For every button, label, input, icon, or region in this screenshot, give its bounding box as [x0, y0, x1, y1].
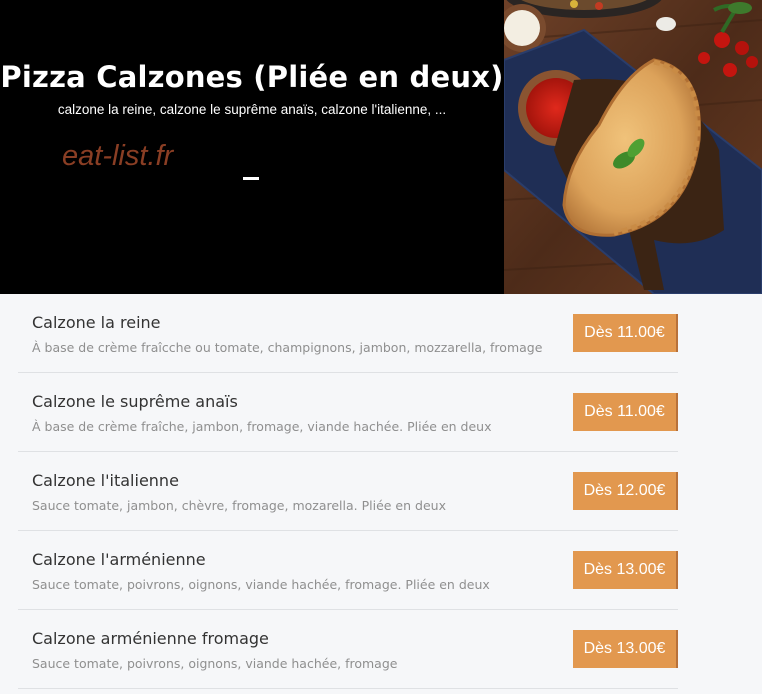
item-name: Calzone le suprême anaïs — [32, 392, 238, 411]
menu-item: Calzone l'arménienne Sauce tomate, poivr… — [18, 531, 678, 610]
price-button[interactable]: Dès 12.00€ — [573, 472, 678, 510]
item-description: Sauce tomate, poivrons, oignons, viande … — [32, 656, 398, 671]
divider — [243, 177, 259, 180]
hero-banner: Pizza Calzones (Pliée en deux) calzone l… — [0, 0, 762, 294]
item-name: Calzone l'italienne — [32, 471, 179, 490]
menu-list: Calzone la reine À base de crème fraîcch… — [18, 294, 678, 694]
menu-item: Calzone l'italienne Sauce tomate, jambon… — [18, 452, 678, 531]
menu-item: Calzone la reine À base de crème fraîcch… — [18, 294, 678, 373]
item-description: Sauce tomate, poivrons, oignons, viande … — [32, 577, 490, 592]
item-description: À base de crème fraîcche ou tomate, cham… — [32, 340, 543, 355]
menu-item: Calzone le suprême anaïs À base de crème… — [18, 373, 678, 452]
item-description: Sauce tomate, jambon, chèvre, fromage, m… — [32, 498, 446, 513]
page-subtitle: calzone la reine, calzone le suprême ana… — [57, 102, 447, 117]
hero-text-area: Pizza Calzones (Pliée en deux) calzone l… — [0, 0, 504, 294]
item-name: Calzone l'arménienne — [32, 550, 206, 569]
price-button[interactable]: Dès 11.00€ — [573, 314, 678, 352]
menu-item: Calzone arménienne fromage Sauce tomate,… — [18, 610, 678, 689]
price-button[interactable]: Dès 13.00€ — [573, 551, 678, 589]
price-button[interactable]: Dès 13.00€ — [573, 630, 678, 668]
menu-section: Calzone la reine À base de crème fraîcch… — [0, 294, 762, 694]
item-name: Calzone arménienne fromage — [32, 629, 269, 648]
page-title: Pizza Calzones (Pliée en deux) — [0, 60, 504, 94]
item-description: À base de crème fraîche, jambon, fromage… — [32, 419, 492, 434]
brand-logo-text[interactable]: eat-list.fr — [62, 140, 173, 173]
price-button[interactable]: Dès 11.00€ — [573, 393, 678, 431]
calzone-photo — [504, 0, 762, 294]
item-name: Calzone la reine — [32, 313, 161, 332]
